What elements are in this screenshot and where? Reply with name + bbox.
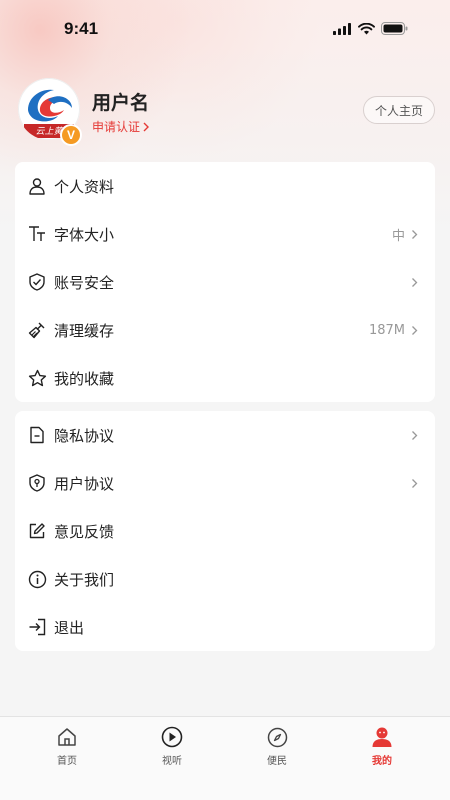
menu-item-account-security[interactable]: 账号安全 bbox=[15, 258, 435, 306]
status-icons bbox=[333, 22, 408, 35]
info-icon bbox=[27, 569, 47, 589]
user-icon bbox=[27, 176, 47, 196]
wifi-icon bbox=[358, 22, 375, 34]
chevron-right-icon bbox=[411, 276, 419, 288]
document-icon bbox=[27, 425, 47, 445]
chevron-right-icon bbox=[411, 228, 419, 240]
menu-item-label: 隐私协议 bbox=[54, 426, 115, 445]
menu-item-privacy-policy[interactable]: 隐私协议 bbox=[15, 411, 435, 459]
verified-badge: V bbox=[60, 124, 82, 146]
menu-item-label: 退出 bbox=[54, 618, 85, 637]
settings-card-2: 隐私协议 用户协议 意见反馈 关于我们 退出 bbox=[15, 411, 435, 651]
star-icon bbox=[27, 368, 47, 388]
menu-item-label: 清理缓存 bbox=[54, 321, 115, 340]
menu-item-value: 187M bbox=[368, 322, 405, 338]
tab-label: 视听 bbox=[162, 756, 182, 767]
compass-icon bbox=[265, 725, 289, 749]
tab-label: 我的 bbox=[372, 756, 392, 767]
chevron-right-icon bbox=[411, 324, 419, 336]
apply-verification-link[interactable]: 申请认证 bbox=[92, 118, 150, 135]
shield-check-icon bbox=[27, 272, 47, 292]
menu-item-logout[interactable]: 退出 bbox=[15, 603, 435, 651]
personal-homepage-button[interactable]: 个人主页 bbox=[362, 96, 435, 124]
menu-item-favorites[interactable]: 我的收藏 bbox=[15, 354, 435, 402]
menu-item-font-size[interactable]: 字体大小 中 bbox=[15, 210, 435, 258]
status-time: 9:41 bbox=[64, 19, 99, 38]
chevron-right-icon bbox=[143, 122, 150, 131]
battery-icon bbox=[381, 22, 408, 35]
menu-item-clear-cache[interactable]: 清理缓存 187M bbox=[15, 306, 435, 354]
menu-item-label: 字体大小 bbox=[54, 225, 115, 244]
tab-mine[interactable]: 我的 bbox=[352, 725, 412, 767]
home-icon bbox=[55, 725, 79, 749]
menu-item-value: 中 bbox=[391, 228, 405, 244]
tab-services[interactable]: 便民 bbox=[247, 725, 307, 767]
apply-verification-label: 申请认证 bbox=[92, 120, 141, 134]
username: 用户名 bbox=[92, 92, 150, 114]
chevron-right-icon bbox=[411, 429, 419, 441]
edit-icon bbox=[27, 521, 47, 541]
menu-item-label: 意见反馈 bbox=[54, 522, 115, 541]
profile-icon bbox=[370, 725, 394, 749]
menu-item-feedback[interactable]: 意见反馈 bbox=[15, 507, 435, 555]
status-bar: 9:41 bbox=[0, 0, 450, 58]
menu-item-label: 我的收藏 bbox=[54, 369, 115, 388]
menu-item-about-us[interactable]: 关于我们 bbox=[15, 555, 435, 603]
menu-item-label: 用户协议 bbox=[54, 474, 115, 493]
tab-home[interactable]: 首页 bbox=[37, 725, 97, 767]
play-icon bbox=[160, 725, 184, 749]
menu-item-label: 账号安全 bbox=[54, 273, 115, 292]
tab-media[interactable]: 视听 bbox=[142, 725, 202, 767]
bottom-tab-bar: 首页 视听 便民 我的 bbox=[0, 716, 450, 800]
font-size-icon bbox=[27, 224, 47, 244]
menu-item-label: 个人资料 bbox=[54, 177, 115, 196]
tab-label: 便民 bbox=[267, 756, 287, 767]
shield-user-icon bbox=[27, 473, 47, 493]
logout-icon bbox=[27, 617, 47, 637]
signal-icon bbox=[333, 22, 351, 35]
chevron-right-icon bbox=[411, 477, 419, 489]
menu-item-label: 关于我们 bbox=[54, 570, 115, 589]
tab-label: 首页 bbox=[57, 756, 77, 767]
settings-card-1: 个人资料 字体大小 中 账号安全 清理缓存 187M 我的收藏 bbox=[15, 162, 435, 402]
menu-item-profile[interactable]: 个人资料 bbox=[15, 162, 435, 210]
broom-icon bbox=[27, 320, 47, 340]
profile-header: 云上黄 V 用户名 申请认证 个人主页 bbox=[0, 72, 450, 152]
menu-item-user-agreement[interactable]: 用户协议 bbox=[15, 459, 435, 507]
